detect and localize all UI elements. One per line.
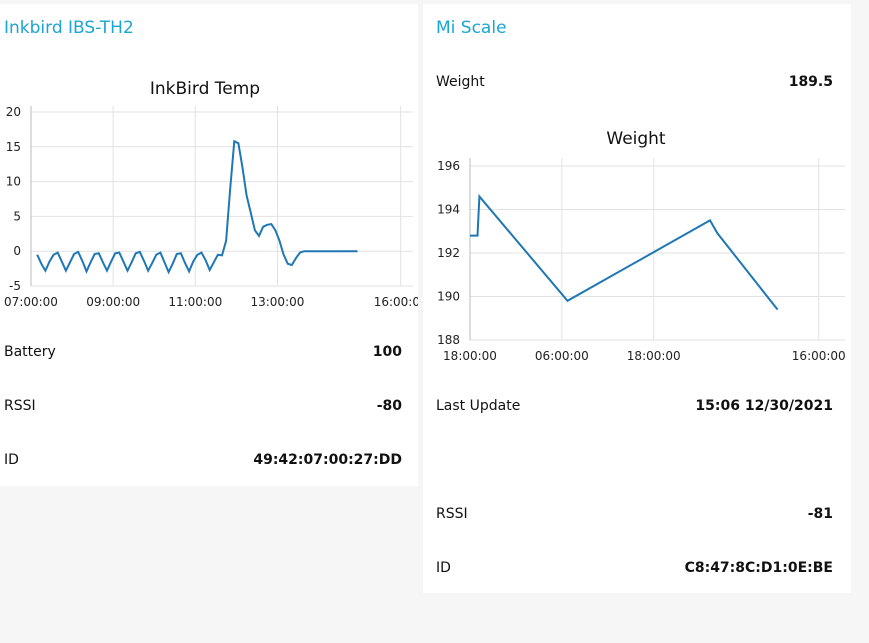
x-tick-label: 16:00:00 (374, 295, 418, 309)
rssi-label: RSSI (436, 506, 468, 522)
y-tick-label: 20 (6, 105, 21, 119)
id-row: ID 49:42:07:00:27:DD (4, 452, 402, 474)
weight-row: Weight 189.5 (436, 74, 833, 96)
x-tick-label: 11:00:00 (168, 295, 222, 309)
y-tick-label: 192 (437, 246, 460, 260)
temp-series-line (36, 139, 358, 275)
y-tick-label: 15 (6, 140, 21, 154)
chart-grid (30, 106, 413, 287)
battery-row: Battery 100 (4, 344, 402, 366)
y-tick-label: 10 (6, 175, 21, 189)
x-tick-label: 16:00:00 (792, 349, 846, 363)
chart-title: InkBird Temp (150, 79, 260, 99)
last-update-row: Last Update 15:06 12/30/2021 (436, 398, 833, 420)
y-tick-label: 196 (437, 159, 460, 173)
x-tick-label: 18:00:00 (627, 349, 681, 363)
x-tick-label: 18:00:00 (443, 349, 497, 363)
y-tick-label: -5 (9, 279, 21, 293)
card-title: Inkbird IBS-TH2 (4, 18, 134, 38)
id-value: C8:47:8C:D1:0E:BE (684, 560, 833, 576)
x-tick-label: 06:00:00 (535, 349, 589, 363)
y-tick-label: 190 (437, 290, 460, 304)
id-label: ID (4, 452, 19, 468)
y-tick-label: 188 (437, 333, 460, 347)
rssi-row: RSSI -80 (4, 398, 402, 420)
rssi-label: RSSI (4, 398, 36, 414)
card-title: Mi Scale (436, 18, 507, 38)
last-update-label: Last Update (436, 398, 521, 414)
y-tick-label: 5 (13, 209, 21, 223)
inkbird-temp-chart: InkBird Temp 20 15 10 5 0 -5 07:00:00 09:00:00 11… (4, 79, 418, 309)
rssi-row: RSSI -81 (436, 506, 833, 528)
mi-scale-card: Mi Scale Weight 189.5 Weight 196 194 192 190… (423, 4, 851, 593)
chart-title: Weight (606, 129, 666, 149)
id-value: 49:42:07:00:27:DD (253, 452, 402, 468)
battery-value: 100 (372, 344, 402, 360)
rssi-value: -81 (807, 506, 833, 522)
rssi-value: -80 (376, 398, 402, 414)
y-tick-label: 194 (437, 203, 460, 217)
inkbird-card: Inkbird IBS-TH2 InkBird Temp 20 15 10 5 0 -5 07… (0, 4, 418, 486)
last-update-value: 15:06 12/30/2021 (695, 398, 833, 414)
weight-label: Weight (436, 74, 485, 90)
y-tick-label: 0 (13, 244, 21, 258)
battery-label: Battery (4, 344, 56, 360)
x-tick-label: 13:00:00 (250, 295, 304, 309)
x-tick-label: 07:00:00 (4, 295, 58, 309)
weight-chart: Weight 196 194 192 190 188 18:00:00 06:00:00 18:… (437, 129, 846, 363)
weight-value: 189.5 (788, 74, 833, 90)
id-row: ID C8:47:8C:D1:0E:BE (436, 560, 833, 582)
id-label: ID (436, 560, 451, 576)
x-tick-label: 09:00:00 (86, 295, 140, 309)
